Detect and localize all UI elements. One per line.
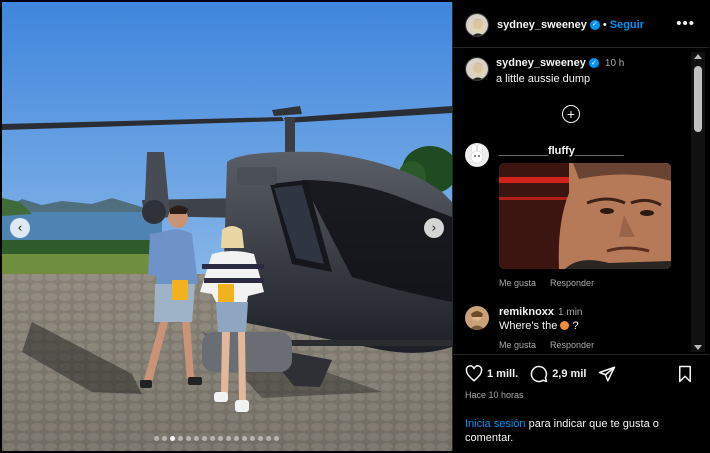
carousel-dot: [154, 436, 159, 441]
likes-count[interactable]: 1 mill.: [487, 368, 518, 380]
heart-icon[interactable]: [465, 365, 483, 383]
verified-badge-icon: ✓: [589, 19, 600, 30]
plus-circle-icon: +: [566, 106, 576, 122]
instagram-post-modal: ‹ › sydney_sweeney ✓ • Seguir ••• sydney…: [0, 0, 710, 453]
scroll-down-arrow-icon[interactable]: [694, 345, 702, 350]
comment-text-suffix: ?: [572, 320, 579, 332]
follow-button[interactable]: Seguir: [610, 19, 644, 31]
post-action-bar: 1 mill. 2,9 mil Hace 10 horas Inicia ses…: [453, 354, 709, 451]
comment-bubble-icon[interactable]: [530, 365, 548, 383]
comment-username[interactable]: remiknoxx: [499, 306, 554, 318]
carousel-dot: [226, 436, 231, 441]
avatar[interactable]: [465, 57, 489, 81]
avatar[interactable]: [465, 12, 489, 37]
avatar[interactable]: [465, 306, 489, 330]
carousel-dot: [234, 436, 239, 441]
author-username[interactable]: sydney_sweeney: [497, 19, 587, 31]
carousel-dot: [162, 436, 167, 441]
carousel-dot: [250, 436, 255, 441]
carousel-dot: [178, 436, 183, 441]
load-more-comments-button[interactable]: +: [562, 105, 580, 123]
carousel-dot: [274, 436, 279, 441]
comment-actions: Me gusta Responder: [499, 278, 594, 288]
verified-badge-icon: ✓: [588, 58, 599, 68]
post-media[interactable]: ‹ ›: [2, 2, 452, 451]
carousel-dot: [202, 436, 207, 441]
peach-emoji-icon: [560, 321, 570, 330]
post-side-panel: sydney_sweeney ✓ • Seguir ••• sydney_swe…: [452, 2, 709, 451]
post-caption: sydney_sweeney ✓ 10 h a little aussie du…: [465, 57, 624, 85]
login-prompt: Inicia sesión para indicar que te gusta …: [465, 417, 680, 445]
comment-actions: Me gusta Responder: [499, 340, 594, 350]
comment-text: Where's the ?: [499, 320, 579, 332]
comment-gif-image: [499, 163, 671, 269]
share-send-icon[interactable]: [598, 365, 616, 383]
carousel-dot: [258, 436, 263, 441]
carousel-dot: [186, 436, 191, 441]
post-header: sydney_sweeney ✓ • Seguir •••: [453, 2, 709, 48]
carousel-dot: [242, 436, 247, 441]
carousel-dot: [266, 436, 271, 441]
carousel-prev-button[interactable]: ‹: [10, 218, 30, 238]
more-options-icon[interactable]: •••: [676, 16, 695, 31]
comment-item: ________fluffy________ Me gusta Responde…: [465, 143, 671, 288]
bookmark-icon[interactable]: [677, 365, 693, 383]
comment-reply-button[interactable]: Responder: [550, 278, 594, 288]
caption-text: a little aussie dump: [496, 73, 591, 85]
carousel-dot: [218, 436, 223, 441]
comment-like-button[interactable]: Me gusta: [499, 278, 536, 288]
scrollbar-thumb[interactable]: [694, 66, 702, 132]
separator-dot: •: [602, 18, 607, 31]
caption-timestamp: 10 h: [604, 57, 625, 69]
carousel-next-button[interactable]: ›: [424, 218, 444, 238]
avatar[interactable]: [465, 143, 489, 167]
comment-item: remiknoxx 1 min Where's the ? Me gusta Re…: [465, 306, 594, 350]
carousel-dot: [170, 436, 175, 441]
carousel-dot: [210, 436, 215, 441]
caption-username[interactable]: sydney_sweeney: [496, 57, 586, 69]
post-time-ago[interactable]: Hace 10 horas: [465, 390, 524, 400]
comments-count[interactable]: 2,9 mil: [552, 368, 586, 380]
comment-reply-button[interactable]: Responder: [550, 340, 594, 350]
carousel-dots: [154, 436, 279, 441]
chevron-left-icon: ‹: [17, 220, 23, 236]
chevron-right-icon: ›: [431, 220, 437, 236]
scroll-up-arrow-icon[interactable]: [694, 54, 702, 59]
comment-text-prefix: Where's the: [499, 320, 558, 332]
login-link[interactable]: Inicia sesión: [465, 418, 526, 430]
comments-scrollbar[interactable]: [691, 52, 705, 352]
comment-timestamp: 1 min: [558, 307, 583, 318]
comment-like-button[interactable]: Me gusta: [499, 340, 536, 350]
comments-list[interactable]: sydney_sweeney ✓ 10 h a little aussie du…: [453, 49, 693, 355]
carousel-dot: [194, 436, 199, 441]
comment-username[interactable]: ________fluffy________: [499, 145, 624, 157]
post-photo: [2, 2, 452, 451]
